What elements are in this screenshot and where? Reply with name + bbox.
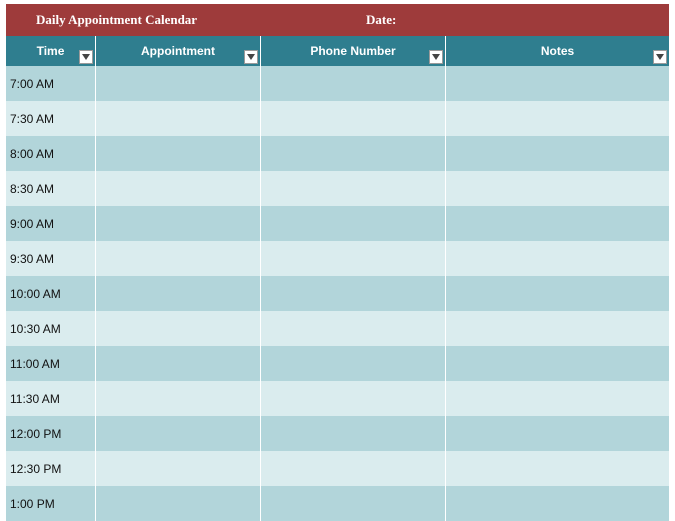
cell-time[interactable]: 10:00 AM xyxy=(6,276,96,311)
cell-notes[interactable] xyxy=(446,136,669,171)
cell-time[interactable]: 12:30 PM xyxy=(6,451,96,486)
cell-appointment[interactable] xyxy=(96,346,261,381)
cell-phone[interactable] xyxy=(261,381,446,416)
cell-phone[interactable] xyxy=(261,346,446,381)
table-row: 7:30 AM xyxy=(6,101,669,136)
cell-notes[interactable] xyxy=(446,276,669,311)
cell-appointment[interactable] xyxy=(96,311,261,346)
date-label: Date: xyxy=(346,12,396,28)
cell-phone[interactable] xyxy=(261,171,446,206)
chevron-down-icon xyxy=(247,54,255,60)
col-header-notes: Notes xyxy=(446,36,669,66)
cell-notes[interactable] xyxy=(446,451,669,486)
table-row: 11:00 AM xyxy=(6,346,669,381)
chevron-down-icon xyxy=(432,54,440,60)
cell-time[interactable]: 12:00 PM xyxy=(6,416,96,451)
col-header-time: Time xyxy=(6,36,96,66)
cell-appointment[interactable] xyxy=(96,486,261,521)
cell-notes[interactable] xyxy=(446,381,669,416)
cell-phone[interactable] xyxy=(261,451,446,486)
calendar-container: Daily Appointment Calendar Date: Time Ap… xyxy=(0,0,675,521)
table-row: 9:30 AM xyxy=(6,241,669,276)
filter-button-phone[interactable] xyxy=(429,50,443,64)
cell-appointment[interactable] xyxy=(96,66,261,101)
cell-phone[interactable] xyxy=(261,486,446,521)
table-row: 7:00 AM xyxy=(6,66,669,101)
cell-notes[interactable] xyxy=(446,101,669,136)
table-row: 8:30 AM xyxy=(6,171,669,206)
cell-notes[interactable] xyxy=(446,416,669,451)
cell-phone[interactable] xyxy=(261,241,446,276)
table-row: 8:00 AM xyxy=(6,136,669,171)
col-header-appointment-label: Appointment xyxy=(141,44,215,58)
filter-button-appointment[interactable] xyxy=(244,50,258,64)
cell-phone[interactable] xyxy=(261,66,446,101)
cell-time[interactable]: 10:30 AM xyxy=(6,311,96,346)
filter-button-notes[interactable] xyxy=(653,50,667,64)
col-header-notes-label: Notes xyxy=(541,44,574,58)
cell-appointment[interactable] xyxy=(96,206,261,241)
table-row: 10:30 AM xyxy=(6,311,669,346)
table-row: 9:00 AM xyxy=(6,206,669,241)
table-row: 1:00 PM xyxy=(6,486,669,521)
cell-notes[interactable] xyxy=(446,311,669,346)
cell-time[interactable]: 9:30 AM xyxy=(6,241,96,276)
col-header-phone: Phone Number xyxy=(261,36,446,66)
cell-notes[interactable] xyxy=(446,66,669,101)
cell-notes[interactable] xyxy=(446,206,669,241)
cell-time[interactable]: 1:00 PM xyxy=(6,486,96,521)
cell-time[interactable]: 8:30 AM xyxy=(6,171,96,206)
title-bar: Daily Appointment Calendar Date: xyxy=(6,4,669,36)
cell-notes[interactable] xyxy=(446,241,669,276)
cell-appointment[interactable] xyxy=(96,451,261,486)
cell-time[interactable]: 8:00 AM xyxy=(6,136,96,171)
table-row: 12:00 PM xyxy=(6,416,669,451)
cell-appointment[interactable] xyxy=(96,241,261,276)
cell-appointment[interactable] xyxy=(96,171,261,206)
cell-time[interactable]: 9:00 AM xyxy=(6,206,96,241)
table-header: Time Appointment Phone Number Notes xyxy=(6,36,669,66)
cell-time[interactable]: 7:30 AM xyxy=(6,101,96,136)
cell-time[interactable]: 7:00 AM xyxy=(6,66,96,101)
cell-phone[interactable] xyxy=(261,276,446,311)
cell-notes[interactable] xyxy=(446,486,669,521)
table-row: 10:00 AM xyxy=(6,276,669,311)
col-header-time-label: Time xyxy=(37,44,65,58)
cell-appointment[interactable] xyxy=(96,136,261,171)
cell-notes[interactable] xyxy=(446,346,669,381)
table-body: 7:00 AM 7:30 AM 8:00 AM 8:30 AM 9:00 AM xyxy=(6,66,669,521)
cell-phone[interactable] xyxy=(261,311,446,346)
cell-phone[interactable] xyxy=(261,416,446,451)
chevron-down-icon xyxy=(82,54,90,60)
cell-phone[interactable] xyxy=(261,206,446,241)
cell-phone[interactable] xyxy=(261,101,446,136)
cell-appointment[interactable] xyxy=(96,276,261,311)
cell-appointment[interactable] xyxy=(96,381,261,416)
table-row: 11:30 AM xyxy=(6,381,669,416)
cell-time[interactable]: 11:30 AM xyxy=(6,381,96,416)
col-header-appointment: Appointment xyxy=(96,36,261,66)
cell-phone[interactable] xyxy=(261,136,446,171)
col-header-phone-label: Phone Number xyxy=(310,44,395,58)
page-title: Daily Appointment Calendar xyxy=(6,12,346,28)
filter-button-time[interactable] xyxy=(79,50,93,64)
cell-appointment[interactable] xyxy=(96,101,261,136)
table-row: 12:30 PM xyxy=(6,451,669,486)
cell-time[interactable]: 11:00 AM xyxy=(6,346,96,381)
cell-notes[interactable] xyxy=(446,171,669,206)
chevron-down-icon xyxy=(656,54,664,60)
cell-appointment[interactable] xyxy=(96,416,261,451)
